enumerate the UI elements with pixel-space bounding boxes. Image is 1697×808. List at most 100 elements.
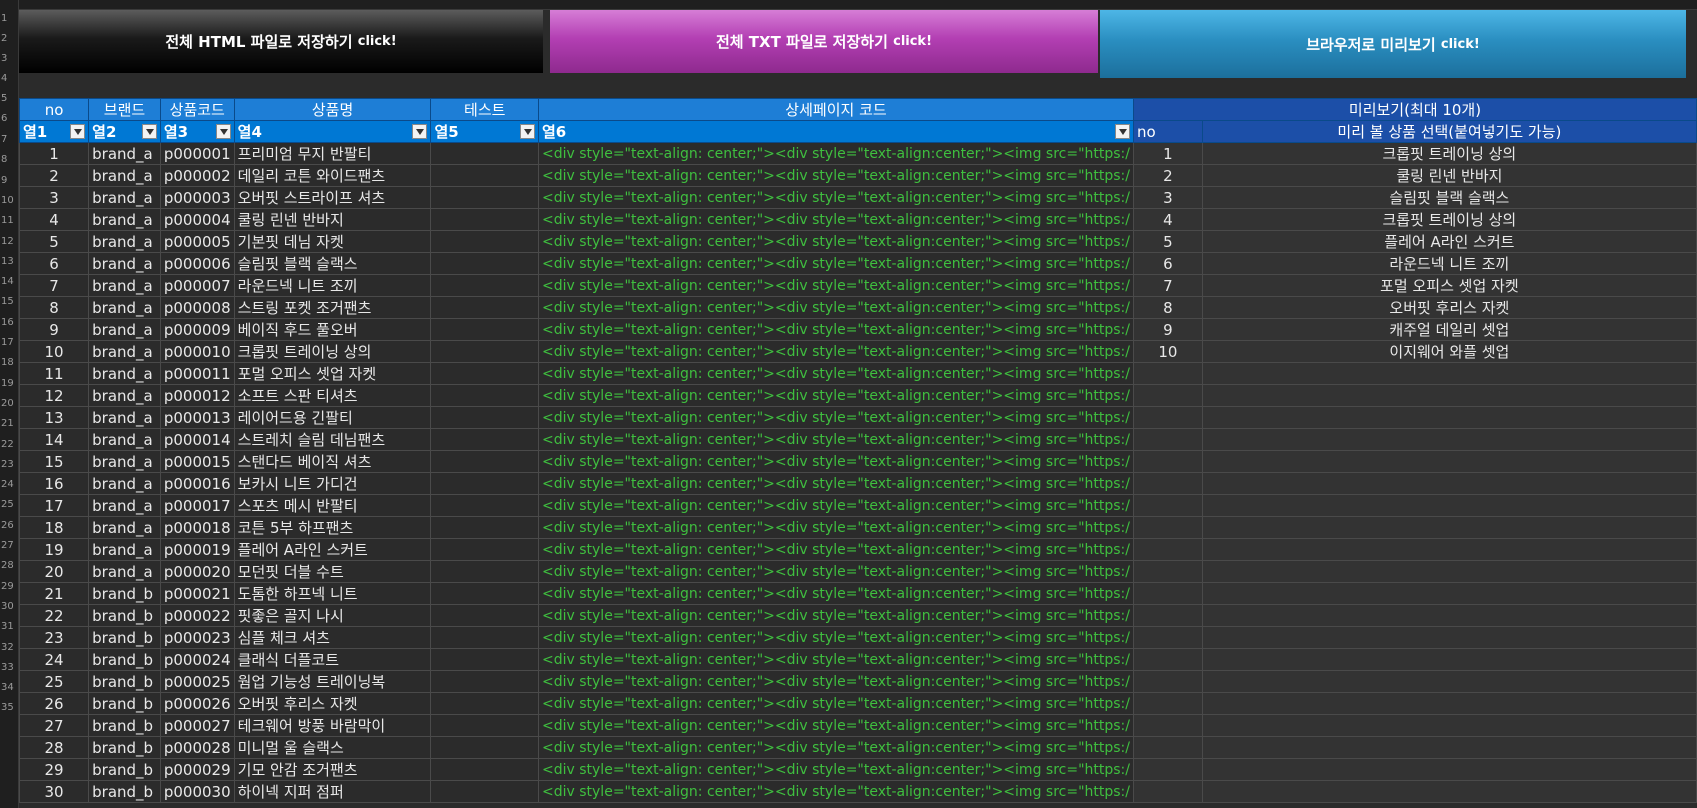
save-html-button[interactable]: 전체 HTML 파일로 저장하기 click! — [19, 10, 543, 73]
preview-cell-product[interactable] — [1201, 648, 1697, 671]
preview-cell-no[interactable] — [1132, 670, 1203, 693]
preview-cell-no[interactable]: 3 — [1132, 186, 1203, 209]
row-number[interactable]: 6 — [0, 109, 18, 129]
cell-no[interactable]: 4 — [18, 208, 90, 231]
preview-cell-no[interactable] — [1132, 516, 1203, 539]
row-number[interactable]: 11 — [0, 211, 18, 231]
preview-cell-no[interactable] — [1132, 714, 1203, 737]
cell-product-code[interactable]: p000012 — [159, 384, 235, 407]
preview-cell-no[interactable]: 9 — [1132, 318, 1203, 341]
preview-cell-product[interactable]: 포멀 오피스 셋업 자켓 — [1201, 274, 1697, 297]
cell-detail-code[interactable]: <div style="text-align: center;"><div st… — [538, 780, 1134, 803]
cell-detail-code[interactable]: <div style="text-align: center;"><div st… — [538, 164, 1134, 187]
cell-brand[interactable]: brand_b — [88, 714, 161, 737]
preview-cell-no[interactable] — [1132, 692, 1203, 715]
cell-detail-code[interactable]: <div style="text-align: center;"><div st… — [538, 230, 1134, 253]
row-number[interactable]: 7 — [0, 130, 18, 150]
row-number[interactable]: 31 — [0, 617, 18, 637]
cell-test[interactable] — [430, 516, 539, 539]
cell-test[interactable] — [430, 692, 539, 715]
preview-cell-product[interactable] — [1201, 428, 1697, 451]
preview-cell-no[interactable] — [1132, 582, 1203, 605]
preview-cell-product[interactable] — [1201, 582, 1697, 605]
preview-cell-no[interactable] — [1132, 362, 1203, 385]
cell-test[interactable] — [430, 296, 539, 319]
row-number[interactable]: 8 — [0, 150, 18, 170]
preview-cell-product[interactable]: 캐주얼 데일리 셋업 — [1201, 318, 1697, 341]
chevron-down-icon[interactable] — [412, 124, 428, 139]
preview-cell-no[interactable] — [1132, 494, 1203, 517]
cell-brand[interactable]: brand_a — [88, 208, 161, 231]
preview-cell-no[interactable] — [1132, 472, 1203, 495]
cell-test[interactable] — [430, 252, 539, 275]
cell-product-name[interactable]: 핏좋은 골지 나시 — [233, 604, 432, 627]
cell-detail-code[interactable]: <div style="text-align: center;"><div st… — [538, 274, 1134, 297]
cell-product-code[interactable]: p000014 — [159, 428, 235, 451]
row-number[interactable]: 33 — [0, 658, 18, 678]
preview-cell-product[interactable] — [1201, 516, 1697, 539]
cell-product-code[interactable]: p000023 — [159, 626, 235, 649]
preview-cell-no[interactable] — [1132, 428, 1203, 451]
cell-product-name[interactable]: 크롭핏 트레이닝 상의 — [233, 340, 432, 363]
preview-cell-product[interactable] — [1201, 362, 1697, 385]
cell-no[interactable]: 25 — [18, 670, 90, 693]
cell-detail-code[interactable]: <div style="text-align: center;"><div st… — [538, 318, 1134, 341]
preview-cell-no[interactable]: 8 — [1132, 296, 1203, 319]
cell-no[interactable]: 23 — [18, 626, 90, 649]
cell-no[interactable]: 22 — [18, 604, 90, 627]
preview-cell-product[interactable]: 쿨링 린넨 반바지 — [1201, 164, 1697, 187]
cell-test[interactable] — [430, 362, 539, 385]
filter-col1[interactable]: 열1 — [18, 120, 90, 143]
preview-cell-product[interactable]: 크롭핏 트레이닝 상의 — [1201, 208, 1697, 231]
preview-cell-no[interactable] — [1132, 758, 1203, 781]
cell-no[interactable]: 24 — [18, 648, 90, 671]
cell-no[interactable]: 14 — [18, 428, 90, 451]
cell-product-name[interactable]: 베이직 후드 풀오버 — [233, 318, 432, 341]
save-txt-button[interactable]: 전체 TXT 파일로 저장하기 click! — [550, 10, 1098, 73]
cell-detail-code[interactable]: <div style="text-align: center;"><div st… — [538, 516, 1134, 539]
browser-preview-button[interactable]: 브라우저로 미리보기 click! — [1100, 10, 1686, 78]
cell-no[interactable]: 26 — [18, 692, 90, 715]
preview-cell-product[interactable] — [1201, 384, 1697, 407]
cell-test[interactable] — [430, 208, 539, 231]
cell-no[interactable]: 30 — [18, 780, 90, 803]
cell-no[interactable]: 13 — [18, 406, 90, 429]
row-number[interactable]: 4 — [0, 69, 18, 89]
cell-no[interactable]: 16 — [18, 472, 90, 495]
cell-brand[interactable]: brand_a — [88, 164, 161, 187]
preview-cell-no[interactable]: 5 — [1132, 230, 1203, 253]
row-number[interactable]: 19 — [0, 374, 18, 394]
cell-product-name[interactable]: 하이넥 지퍼 점퍼 — [233, 780, 432, 803]
cell-brand[interactable]: brand_a — [88, 472, 161, 495]
preview-cell-product[interactable]: 플레어 A라인 스커트 — [1201, 230, 1697, 253]
cell-product-code[interactable]: p000024 — [159, 648, 235, 671]
cell-test[interactable] — [430, 230, 539, 253]
cell-product-name[interactable]: 기모 안감 조거팬츠 — [233, 758, 432, 781]
preview-cell-no[interactable] — [1132, 626, 1203, 649]
cell-brand[interactable]: brand_a — [88, 252, 161, 275]
preview-cell-no[interactable]: 7 — [1132, 274, 1203, 297]
cell-no[interactable]: 19 — [18, 538, 90, 561]
preview-cell-no[interactable] — [1132, 648, 1203, 671]
cell-brand[interactable]: brand_a — [88, 318, 161, 341]
cell-product-name[interactable]: 오버핏 후리스 자켓 — [233, 692, 432, 715]
cell-product-name[interactable]: 웜업 기능성 트레이닝복 — [233, 670, 432, 693]
row-number[interactable]: 16 — [0, 313, 18, 333]
cell-product-code[interactable]: p000022 — [159, 604, 235, 627]
preview-cell-product[interactable] — [1201, 780, 1697, 803]
row-number[interactable]: 13 — [0, 252, 18, 272]
row-number[interactable]: 26 — [0, 516, 18, 536]
cell-test[interactable] — [430, 670, 539, 693]
cell-test[interactable] — [430, 428, 539, 451]
cell-no[interactable]: 12 — [18, 384, 90, 407]
cell-product-code[interactable]: p000007 — [159, 274, 235, 297]
preview-cell-no[interactable] — [1132, 604, 1203, 627]
cell-brand[interactable]: brand_b — [88, 670, 161, 693]
cell-detail-code[interactable]: <div style="text-align: center;"><div st… — [538, 626, 1134, 649]
cell-no[interactable]: 2 — [18, 164, 90, 187]
cell-brand[interactable]: brand_a — [88, 186, 161, 209]
cell-test[interactable] — [430, 384, 539, 407]
cell-product-code[interactable]: p000015 — [159, 450, 235, 473]
cell-detail-code[interactable]: <div style="text-align: center;"><div st… — [538, 692, 1134, 715]
cell-detail-code[interactable]: <div style="text-align: center;"><div st… — [538, 142, 1134, 165]
